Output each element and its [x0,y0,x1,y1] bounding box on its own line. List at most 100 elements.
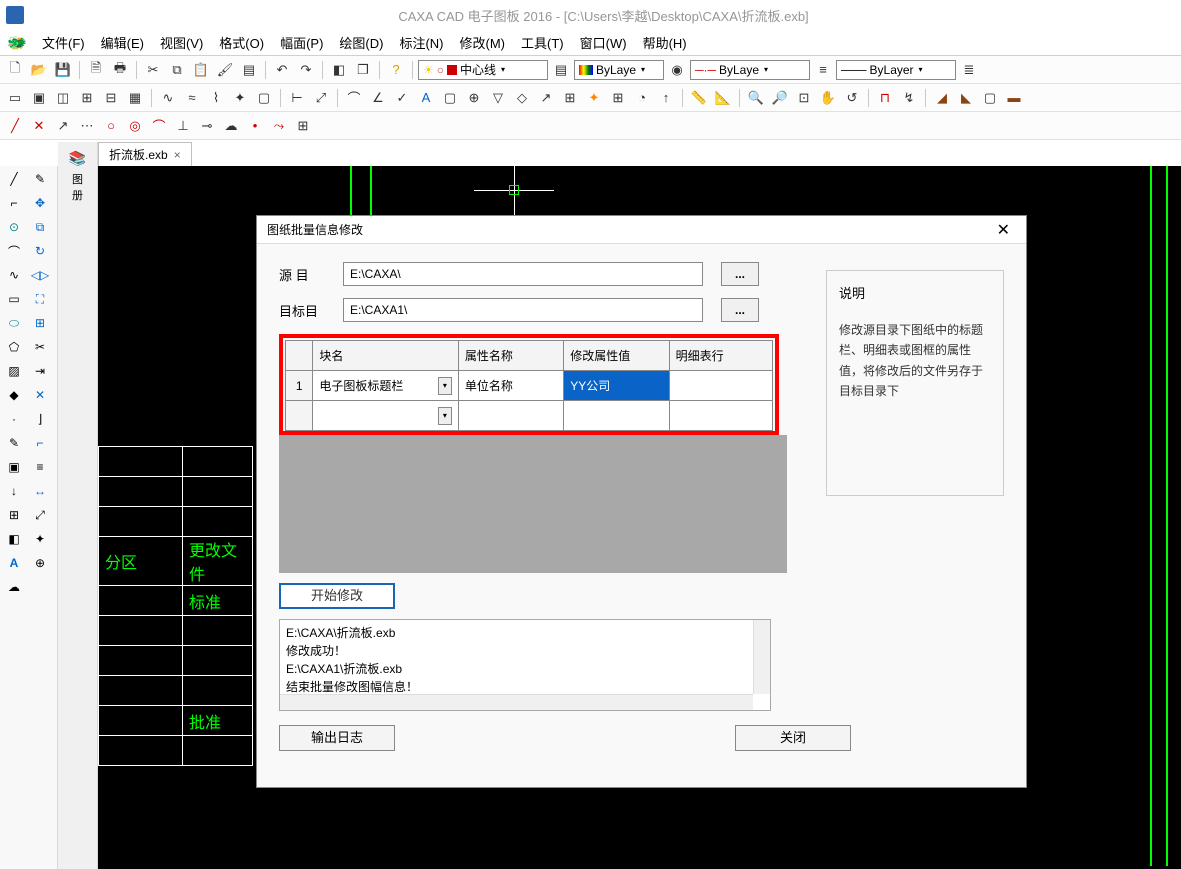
undo-icon[interactable]: ↶ [271,59,293,81]
cascade-icon[interactable]: ❐ [352,59,374,81]
col-attr-name[interactable]: 属性名称 [458,341,563,371]
line-icon[interactable]: ╱ [4,115,26,137]
ruler-icon[interactable]: 📏 [688,87,710,109]
ray-icon[interactable]: ↗ [52,115,74,137]
menu-edit[interactable]: 编辑(E) [93,30,152,55]
snap-icon[interactable]: ↯ [898,87,920,109]
dialog-close-icon[interactable]: ✕ [991,220,1016,240]
grid-row-empty[interactable]: ▾ [286,401,773,431]
fillet-tool-icon[interactable]: ⌋ [28,408,52,430]
color-combo[interactable]: ByLaye▾ [574,60,664,80]
pline-icon[interactable]: ⋯ [76,115,98,137]
dim-a-icon[interactable]: A [415,87,437,109]
point-icon[interactable]: • [244,115,266,137]
print-icon[interactable]: 🖶 [109,59,131,81]
ellipse-tool-icon[interactable]: ⬭ [2,312,26,334]
text-tool-icon[interactable]: ✎ [2,432,26,454]
cloud-tool-icon[interactable]: ☁ [2,576,26,598]
help-icon[interactable]: ? [385,59,407,81]
browse-source-button[interactable]: ... [721,262,759,286]
ole-tool-icon[interactable]: ◧ [2,528,26,550]
match-icon[interactable]: 🖌 [214,59,236,81]
col-block-name[interactable]: 块名 [313,341,458,371]
menu-draw[interactable]: 绘图(D) [331,30,391,55]
ruler2-icon[interactable]: 📐 [712,87,734,109]
paste-icon[interactable]: 📋 [190,59,212,81]
start-modify-button[interactable]: 开始修改 [279,583,395,609]
pline-tool-icon[interactable]: ⌐ [2,192,26,214]
lineweight-combo[interactable]: ─── ByLayer▾ [836,60,956,80]
break-icon[interactable]: ⤳ [268,115,290,137]
lineweight-btn-icon[interactable]: ≣ [958,59,980,81]
dim-box-icon[interactable]: ▢ [439,87,461,109]
cell-attr-name[interactable]: 单位名称 [458,371,563,401]
log-hscrollbar[interactable] [280,694,753,710]
window-icon[interactable]: ▤ [238,59,260,81]
dim-linear-icon[interactable]: ⊢ [286,87,308,109]
linetype-btn-icon[interactable]: ≡ [812,59,834,81]
lib-tab-label[interactable]: 图册 [58,171,97,203]
circle-icon[interactable]: ○ [100,115,122,137]
tan-icon[interactable]: ⊸ [196,115,218,137]
point-tool-icon[interactable]: · [2,408,26,430]
layer-state-combo[interactable]: ☀○ 中心线▾ [418,60,548,80]
table-tool-icon[interactable]: ⊞ [2,504,26,526]
close-button[interactable]: 关闭 [735,725,851,751]
dim-check-icon[interactable]: ✓ [391,87,413,109]
scale-tool-icon[interactable]: ⛶ [28,288,52,310]
dim-tol-icon[interactable]: ⊕ [463,87,485,109]
block-dropdown-icon[interactable]: ▾ [438,377,452,395]
dim-c1-icon[interactable]: ↗ [535,87,557,109]
break-tool-icon[interactable]: ✕ [28,384,52,406]
browse-target-button[interactable]: ... [721,298,759,322]
grid-row-1[interactable]: 1 电子图板标题栏 ▾ 单位名称 YY公司 [286,371,773,401]
arc-icon[interactable]: ⌒ [148,115,170,137]
dim-ra-icon[interactable]: ▽ [487,87,509,109]
menu-help[interactable]: 帮助(H) [635,30,695,55]
dim-ba-icon[interactable]: ◇ [511,87,533,109]
circle-tool-icon[interactable]: ⊙ [2,216,26,238]
log-output[interactable]: E:\CAXA\折流板.exb 修改成功！ E:\CAXA1\折流板.exb 结… [279,619,771,711]
annot5-icon[interactable]: ▢ [253,87,275,109]
menu-file[interactable]: 文件(F) [34,30,93,55]
col-attr-value[interactable]: 修改属性值 [564,341,669,371]
menu-tool[interactable]: 工具(T) [513,30,572,55]
log-vscrollbar[interactable] [753,620,770,694]
cell-attr-name[interactable] [458,401,563,431]
save-icon[interactable]: 💾 [52,59,74,81]
dim-c3-icon[interactable]: ✦ [583,87,605,109]
array-tool-icon[interactable]: ⊞ [28,312,52,334]
attribute-grid[interactable]: 块名 属性名称 修改属性值 明细表行 1 电子图板标题栏 ▾ 单位名称 YY公司 [285,340,773,431]
open-icon[interactable]: 📂 [28,59,50,81]
arc-tool-icon[interactable]: ⌒ [2,240,26,262]
magnet-icon[interactable]: ⊓ [874,87,896,109]
linetype-combo[interactable]: ─·─ ByLaye▾ [690,60,810,80]
target-dir-input[interactable] [343,298,703,322]
cell-attr-value[interactable] [564,401,669,431]
color-wheel-icon[interactable]: ◉ [666,59,688,81]
menu-view[interactable]: 视图(V) [152,30,211,55]
cell-block-name[interactable]: 电子图板标题栏 ▾ [313,371,458,401]
zoom-fit-icon[interactable]: ⊡ [793,87,815,109]
trim-tool-icon[interactable]: ✂ [28,336,52,358]
copy-tool-icon[interactable]: ⧉ [28,216,52,238]
copy-icon[interactable]: ⧉ [166,59,188,81]
annot3-icon[interactable]: ⌇ [205,87,227,109]
hatch-tool-icon[interactable]: ▨ [2,360,26,382]
zoom-in-icon[interactable]: 🔍 [745,87,767,109]
frame3-icon[interactable]: ◫ [52,87,74,109]
menu-paper[interactable]: 幅面(P) [272,30,331,55]
cap4-icon[interactable]: ▬ [1003,87,1025,109]
annot2-icon[interactable]: ≈ [181,87,203,109]
move-tool-icon[interactable]: ✥ [28,192,52,214]
dim-angle-icon[interactable]: ∠ [367,87,389,109]
pan-icon[interactable]: ✋ [817,87,839,109]
output-log-button[interactable]: 输出日志 [279,725,395,751]
chamfer-tool-icon[interactable]: ⌐ [28,432,52,454]
lib-tab-icon[interactable]: 📚 [58,150,97,167]
file-tab[interactable]: 折流板.exb × [98,142,192,166]
block-tool-icon[interactable]: ▣ [2,456,26,478]
table-icon[interactable]: ⊟ [100,87,122,109]
menu-modify[interactable]: 修改(M) [452,30,514,55]
annot-icon[interactable]: ∿ [157,87,179,109]
